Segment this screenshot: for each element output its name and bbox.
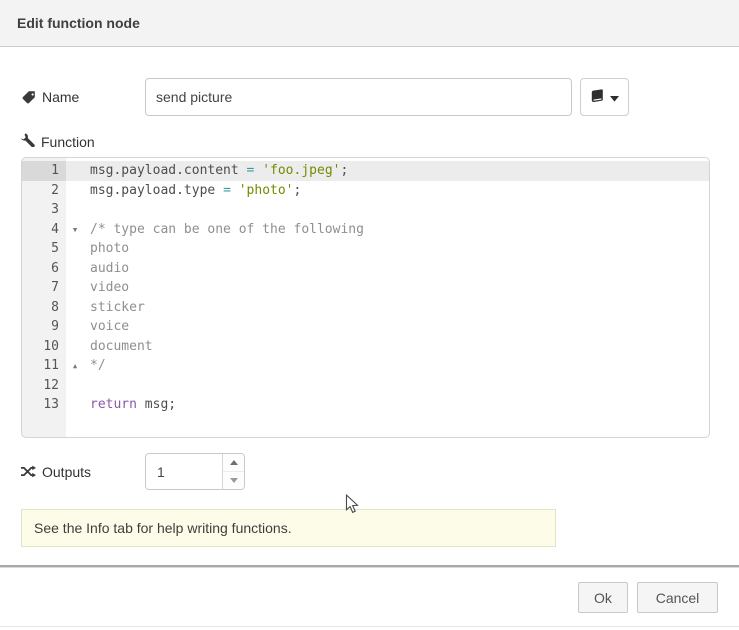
code-line: 13return msg; <box>22 395 709 415</box>
line-number: 8 <box>22 298 66 318</box>
code-text <box>66 200 709 220</box>
code-text: audio <box>66 259 709 279</box>
library-button[interactable] <box>580 78 629 116</box>
outputs-row: Outputs <box>21 453 739 490</box>
caret-down-icon <box>610 90 619 105</box>
code-text: msg.payload.content = 'foo.jpeg'; <box>66 161 709 181</box>
cancel-button[interactable]: Cancel <box>637 582 718 613</box>
function-code-editor[interactable]: 1msg.payload.content = 'foo.jpeg';2msg.p… <box>21 157 710 438</box>
line-number: 12 <box>22 376 66 396</box>
code-line: 10document <box>22 337 709 357</box>
code-line: 1msg.payload.content = 'foo.jpeg'; <box>22 161 709 181</box>
function-label-text: Function <box>41 134 95 150</box>
code-text: video <box>66 278 709 298</box>
name-row: Name <box>21 78 739 116</box>
book-icon <box>590 89 605 106</box>
code-text: document <box>66 337 709 357</box>
dialog-body: Name Function 1msg.payload.content = 'fo… <box>0 78 739 547</box>
outputs-label: Outputs <box>21 464 145 480</box>
dialog-title: Edit function node <box>17 15 140 31</box>
triangle-up-icon <box>230 460 238 465</box>
line-number: 7 <box>22 278 66 298</box>
shuffle-icon <box>21 464 36 479</box>
tag-icon <box>21 90 36 105</box>
code-text: sticker <box>66 298 709 318</box>
triangle-down-icon <box>230 478 238 483</box>
wrench-icon <box>21 133 35 150</box>
fold-marker-icon[interactable]: ▾ <box>68 220 82 240</box>
form-tip: See the Info tab for help writing functi… <box>21 509 556 547</box>
line-number: 5 <box>22 239 66 259</box>
name-label-text: Name <box>42 89 79 105</box>
code-line: 5photo <box>22 239 709 259</box>
code-text: msg.payload.type = 'photo'; <box>66 181 709 201</box>
outputs-spinner <box>145 453 245 490</box>
code-text: */ <box>66 356 709 376</box>
line-number: 11 <box>22 356 66 376</box>
line-number: 4 <box>22 220 66 240</box>
line-number: 13 <box>22 395 66 415</box>
line-number: 3 <box>22 200 66 220</box>
outputs-label-text: Outputs <box>42 464 91 480</box>
footer-separator <box>0 565 739 568</box>
spinner-down-button[interactable] <box>223 472 244 489</box>
edit-function-node-dialog: Edit function node Name <box>0 0 739 630</box>
name-input[interactable] <box>145 78 572 116</box>
line-number: 2 <box>22 181 66 201</box>
line-number: 6 <box>22 259 66 279</box>
code-line: 12 <box>22 376 709 396</box>
code-text <box>66 376 709 396</box>
outputs-input[interactable] <box>146 454 222 489</box>
code-text: /* type can be one of the following <box>66 220 709 240</box>
code-text: voice <box>66 317 709 337</box>
function-label: Function <box>21 133 739 150</box>
code-line: 2msg.payload.type = 'photo'; <box>22 181 709 201</box>
code-line: 9voice <box>22 317 709 337</box>
line-number: 10 <box>22 337 66 357</box>
dialog-header: Edit function node <box>0 0 739 47</box>
line-number: 1 <box>22 161 66 181</box>
code-line: 7video <box>22 278 709 298</box>
code-line: 6audio <box>22 259 709 279</box>
code-line: 11▴*/ <box>22 356 709 376</box>
code-text: photo <box>66 239 709 259</box>
dialog-footer: Ok Cancel <box>0 569 739 627</box>
spinner-buttons <box>222 454 244 489</box>
line-number: 9 <box>22 317 66 337</box>
ok-button[interactable]: Ok <box>578 582 628 613</box>
code-text: return msg; <box>66 395 709 415</box>
code-line: 8sticker <box>22 298 709 318</box>
code-line: 4▾/* type can be one of the following <box>22 220 709 240</box>
name-label: Name <box>21 89 145 105</box>
code-line: 3 <box>22 200 709 220</box>
fold-marker-icon[interactable]: ▴ <box>68 356 82 376</box>
spinner-up-button[interactable] <box>223 454 244 472</box>
